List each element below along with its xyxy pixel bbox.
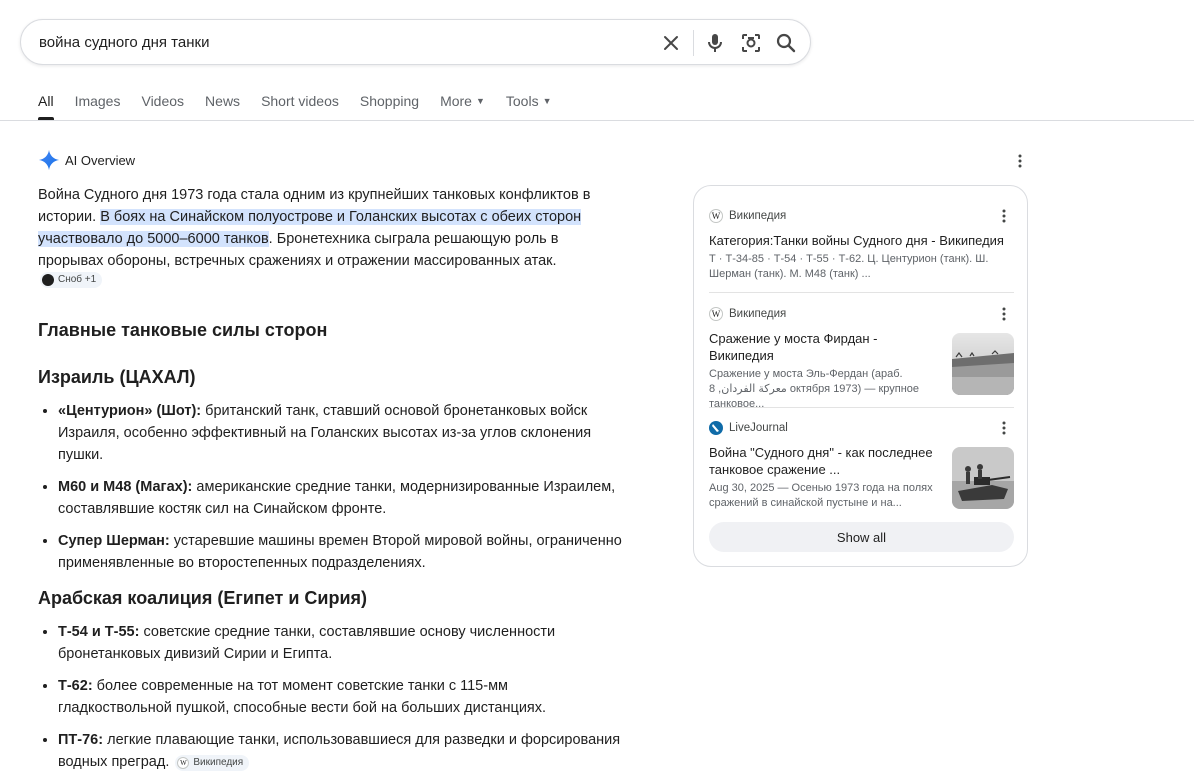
tabs-divider xyxy=(0,120,1194,121)
list-item-text: более современные на тот момент советски… xyxy=(58,678,547,716)
source-thumbnail[interactable] xyxy=(952,447,1014,509)
source-chip-label: Сноб +1 xyxy=(58,274,97,285)
more-options-icon[interactable] xyxy=(997,304,1011,324)
source-site: W Википедия xyxy=(709,306,1014,322)
list-item: Т-54 и Т-55: советские средние танки, со… xyxy=(58,621,623,665)
chevron-down-icon: ▼ xyxy=(542,96,552,106)
israel-tank-list: «Центурион» (Шот): британский танк, став… xyxy=(38,400,623,574)
source-snippet: Т · Т-34-85 · Т-54 · Т-55 · Т-62. Ц. Цен… xyxy=(709,253,989,280)
list-item: M60 и M48 (Магах): американские средние … xyxy=(58,476,623,520)
search-icon[interactable] xyxy=(774,31,798,55)
more-options-icon[interactable] xyxy=(997,418,1011,438)
tab-shopping[interactable]: Shopping xyxy=(360,93,419,119)
livejournal-favicon-icon xyxy=(709,421,723,435)
source-site-name: Википедия xyxy=(729,308,787,320)
sources-panel: W Википедия Категория:Танки войны Судног… xyxy=(693,185,1028,567)
close-icon[interactable] xyxy=(659,31,683,55)
wikipedia-favicon-icon: W xyxy=(709,209,723,223)
source-chip-label: Википедия xyxy=(193,757,244,768)
list-item: Т-62: более современные на тот момент со… xyxy=(58,675,623,719)
israel-heading: Израиль (ЦАХАЛ) xyxy=(38,367,196,387)
camera-search-icon[interactable] xyxy=(739,31,763,55)
more-options-icon[interactable] xyxy=(1013,151,1027,171)
list-item-term: ПТ-76: xyxy=(58,732,104,748)
list-item: «Центурион» (Шот): британский танк, став… xyxy=(58,400,623,466)
list-item-text: легкие плавающие танки, использовавшиеся… xyxy=(58,732,621,770)
overview-intro: Война Судного дня 1973 года стала одним … xyxy=(38,184,623,294)
source-chip[interactable]: Сноб +1 xyxy=(40,272,103,288)
tab-more-label: More xyxy=(440,93,472,109)
source-thumbnail[interactable] xyxy=(952,333,1014,395)
source-card[interactable]: W Википедия Категория:Танки войны Судног… xyxy=(709,208,1014,282)
source-divider xyxy=(709,292,1014,293)
search-box[interactable] xyxy=(20,19,811,65)
chevron-down-icon: ▼ xyxy=(475,96,485,106)
search-tabs: All Images Videos News Short videos Shop… xyxy=(38,93,573,120)
ai-overview-body: Война Судного дня 1973 года стала одним … xyxy=(38,184,623,783)
tab-all[interactable]: All xyxy=(38,93,54,120)
arab-heading: Арабская коалиция (Египет и Сирия) xyxy=(38,588,368,608)
source-card[interactable]: LiveJournal Война "Судного дня" - как по… xyxy=(709,420,1014,511)
ai-overview-title: AI Overview xyxy=(65,152,136,168)
source-title[interactable]: Сражение у моста Фирдан - Википедия xyxy=(709,330,934,364)
list-item-term: Т-54 и Т-55: xyxy=(58,624,140,640)
tab-short-videos[interactable]: Short videos xyxy=(261,93,339,119)
show-all-button[interactable]: Show all xyxy=(709,522,1014,552)
source-site-name: LiveJournal xyxy=(729,422,788,434)
tab-tools[interactable]: Tools ▼ xyxy=(506,93,552,119)
tab-images[interactable]: Images xyxy=(75,93,121,119)
source-site: W Википедия xyxy=(709,208,1014,224)
tab-videos[interactable]: Videos xyxy=(141,93,184,119)
tab-more[interactable]: More ▼ xyxy=(440,93,485,119)
source-title[interactable]: Категория:Танки войны Судного дня - Вики… xyxy=(709,232,1014,249)
source-snippet: Сражение у моста Эль-Фердан (араб. معركة… xyxy=(709,368,920,410)
source-site: LiveJournal xyxy=(709,420,1014,436)
list-item-term: Супер Шерман: xyxy=(58,533,170,549)
source-chip[interactable]: W Википедия xyxy=(175,755,250,771)
source-divider xyxy=(709,407,1014,408)
more-options-icon[interactable] xyxy=(997,206,1011,226)
list-item: Супер Шерман: устаревшие машины времен В… xyxy=(58,530,623,574)
source-title[interactable]: Война "Судного дня" - как последнее танк… xyxy=(709,444,934,478)
list-item-term: Т-62: xyxy=(58,678,93,694)
section-heading: Главные танковые силы сторон xyxy=(38,320,328,340)
search-input[interactable] xyxy=(39,30,639,54)
tab-news[interactable]: News xyxy=(205,93,240,119)
list-item: ПТ-76: легкие плавающие танки, использов… xyxy=(58,729,623,773)
arab-tank-list: Т-54 и Т-55: советские средние танки, со… xyxy=(38,621,623,773)
tab-tools-label: Tools xyxy=(505,93,539,109)
wikipedia-favicon-icon: W xyxy=(709,307,723,321)
source-card[interactable]: W Википедия Сражение у моста Фирдан - Ви… xyxy=(709,306,1014,412)
list-item-term: «Центурион» (Шот): xyxy=(58,403,202,419)
wikipedia-favicon-icon: W xyxy=(177,757,190,769)
mic-icon[interactable] xyxy=(703,31,727,55)
source-snippet: Aug 30, 2025 — Осенью 1973 года на полях… xyxy=(709,482,933,509)
source-site-name: Википедия xyxy=(729,210,787,222)
list-item-term: M60 и M48 (Магах): xyxy=(58,479,193,495)
snob-favicon-icon xyxy=(42,274,54,286)
search-divider xyxy=(693,30,694,56)
ai-overview-header: AI Overview xyxy=(38,149,135,171)
gemini-sparkle-icon xyxy=(38,149,60,171)
